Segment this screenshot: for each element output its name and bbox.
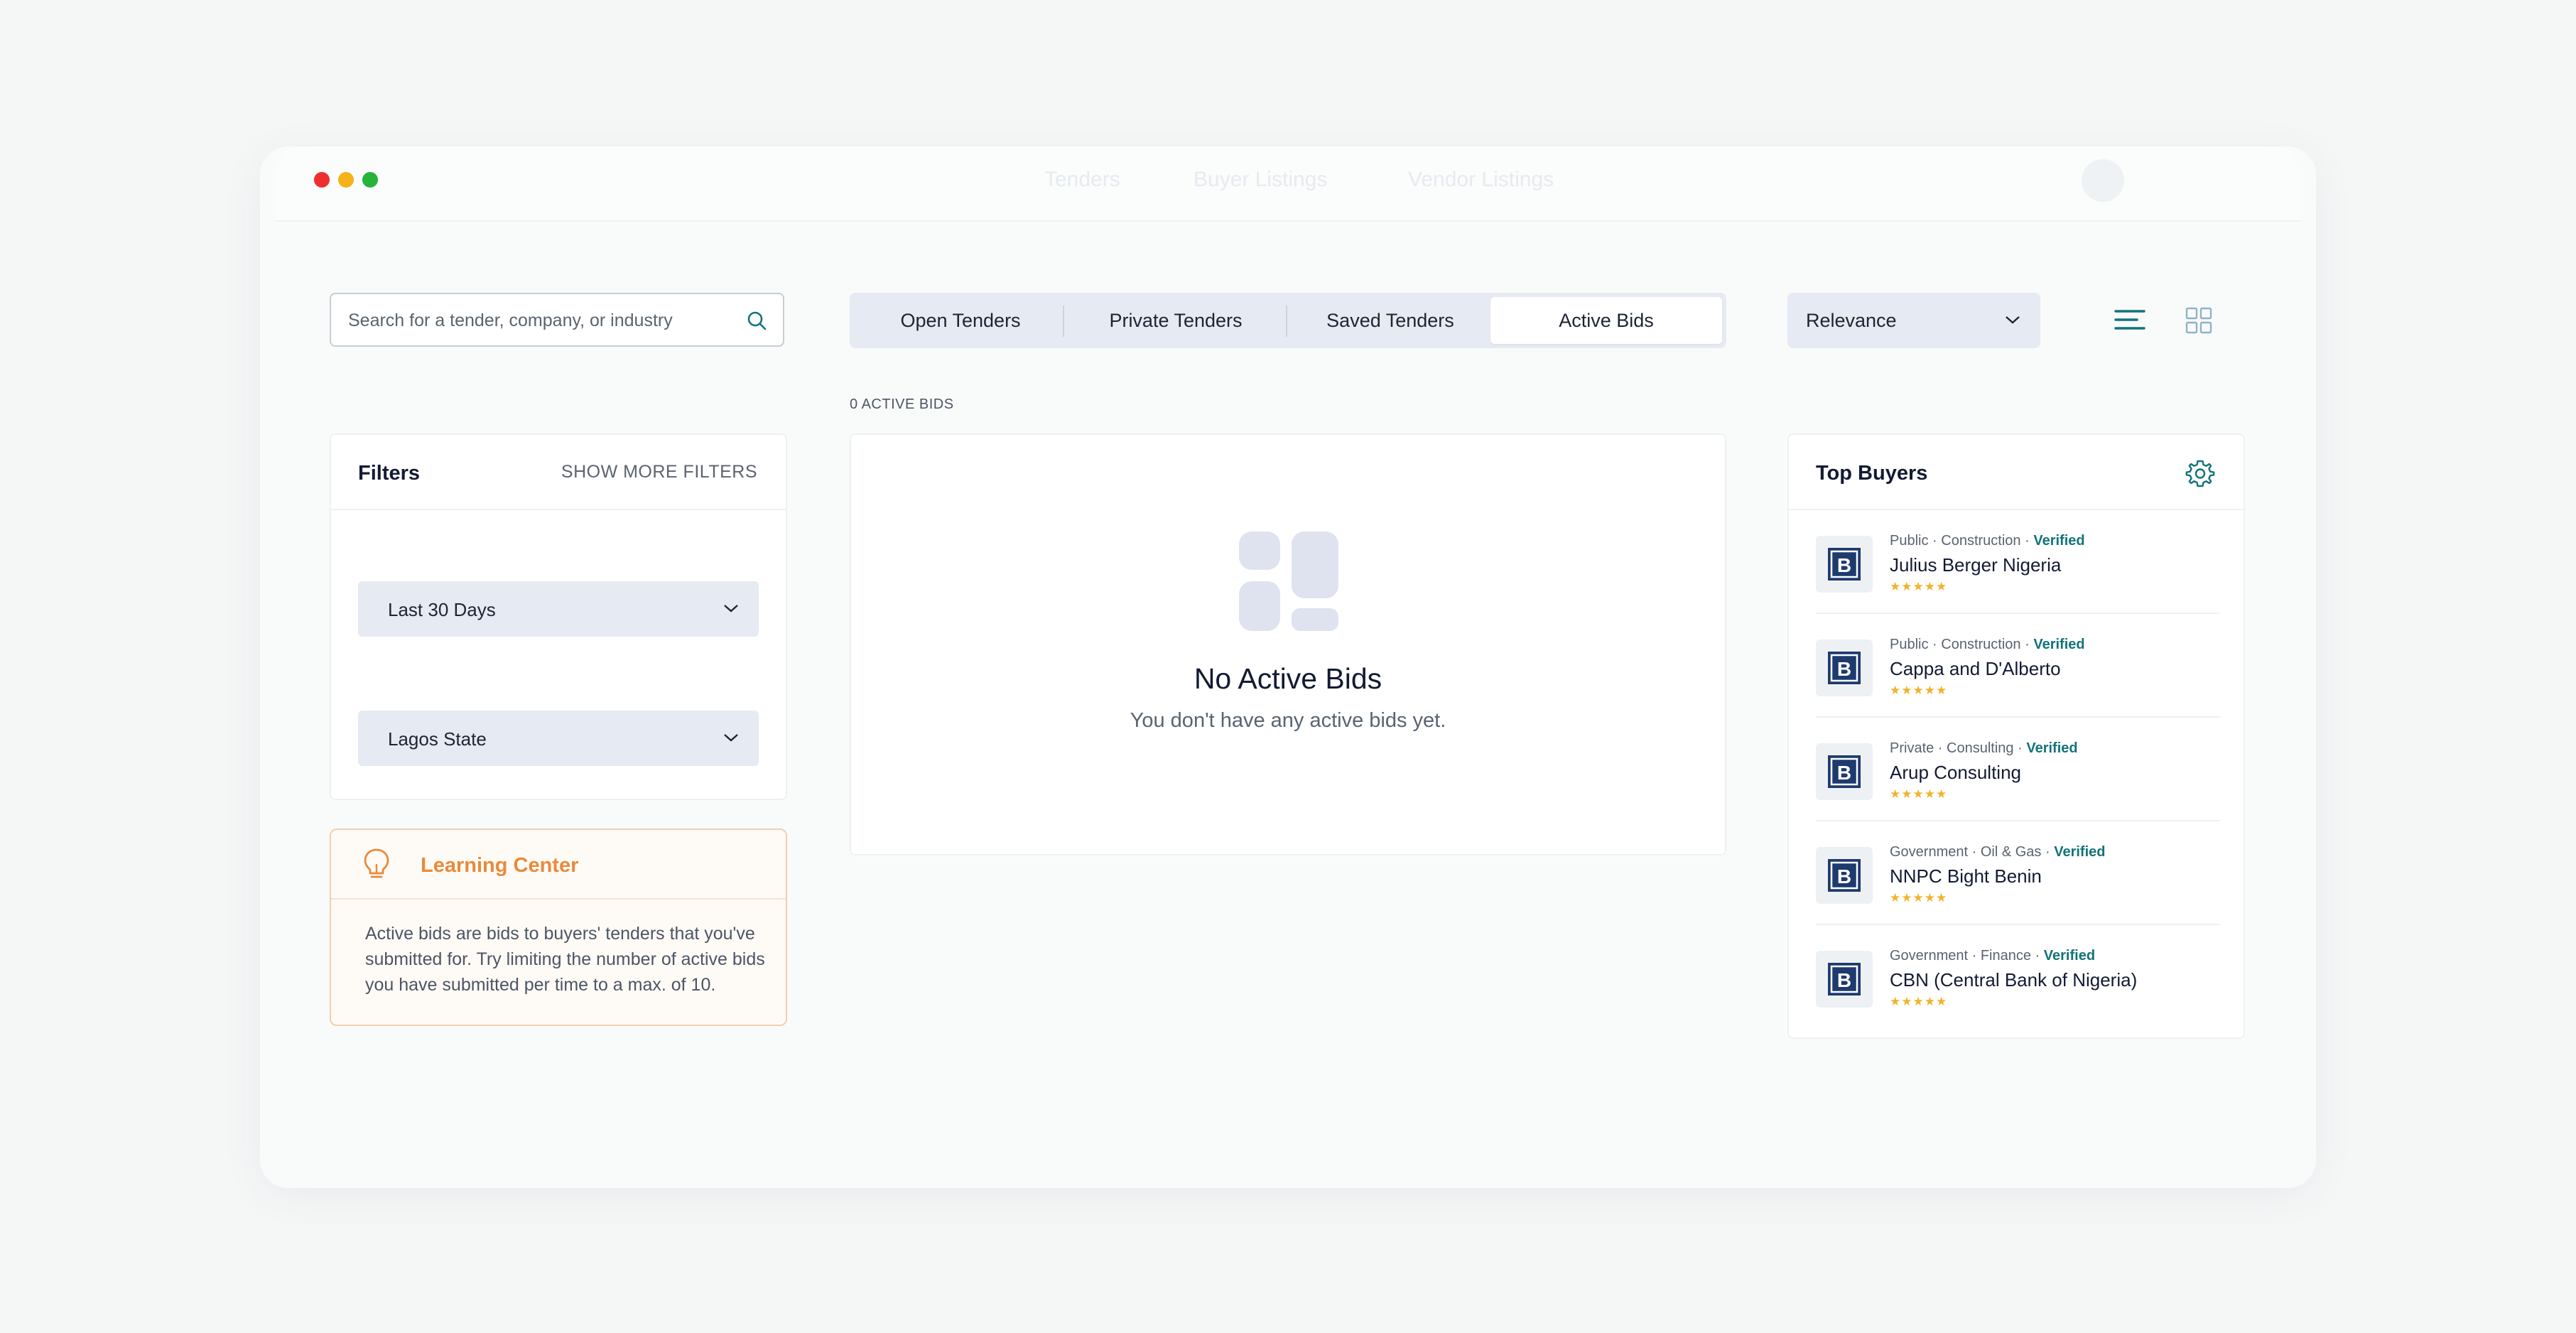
buyer-industry: Oil & Gas	[1980, 844, 2042, 860]
tab-active-bids[interactable]: Active Bids	[1490, 297, 1722, 344]
minimize-window-dot[interactable]	[338, 172, 354, 188]
top-buyers-title: Top Buyers	[1816, 462, 1928, 485]
buyer-meta: Public · Construction · Verified	[1890, 637, 2085, 652]
buyer-type: Private	[1890, 740, 1934, 756]
location-select[interactable]: Lagos State	[358, 711, 759, 766]
tab-open-tenders[interactable]: Open Tenders	[854, 297, 1067, 344]
buyer-logo: B	[1816, 847, 1873, 904]
empty-state-card: No Active Bids You don't have any active…	[850, 433, 1726, 856]
svg-text:B: B	[1837, 554, 1851, 576]
sort-selected-value: Relevance	[1806, 310, 1897, 331]
chevron-down-icon	[724, 734, 738, 742]
buyer-type: Government	[1890, 844, 1969, 860]
buyer-rating: ★★★★★	[1890, 580, 1948, 593]
search-icon[interactable]	[746, 310, 769, 333]
window-controls	[314, 172, 378, 188]
buyer-industry: Finance	[1980, 948, 2031, 964]
buyer-logo: B	[1816, 743, 1873, 800]
empty-state-illustration	[1239, 531, 1338, 631]
svg-text:B: B	[1837, 865, 1851, 887]
buyer-item[interactable]: B Government · Finance · Verified CBN (C…	[1816, 924, 2219, 1027]
sort-select[interactable]: Relevance	[1787, 293, 2040, 348]
filters-title: Filters	[358, 462, 421, 485]
buyer-item[interactable]: B Government · Oil & Gas · Verified NNPC…	[1816, 820, 2219, 925]
learning-center-text: Active bids are bids to buyers' tenders …	[365, 924, 765, 995]
chevron-down-icon	[724, 605, 738, 612]
top-buyers-panel: Top Buyers B Public · Construction · Ver…	[1787, 433, 2245, 1039]
buyer-logo: B	[1816, 639, 1873, 696]
verified-badge: Verified	[2054, 844, 2106, 860]
learning-center-title: Learning Center	[421, 854, 579, 877]
date-range-select[interactable]: Last 30 Days	[358, 581, 759, 637]
buyer-logo-b-icon: B	[1828, 963, 1861, 995]
buyer-industry: Construction	[1941, 637, 2021, 652]
buyer-meta: Private · Consulting · Verified	[1890, 740, 2078, 756]
buyer-meta: Public · Construction · Verified	[1890, 533, 2085, 549]
buyer-name: Cappa and D'Alberto	[1890, 658, 2061, 679]
buyer-industry: Construction	[1941, 533, 2021, 549]
buyer-logo: B	[1816, 951, 1873, 1008]
buyer-logo-b-icon: B	[1828, 755, 1861, 788]
buyer-name: CBN (Central Bank of Nigeria)	[1890, 969, 2138, 991]
svg-text:B: B	[1837, 969, 1851, 991]
buyer-type: Government	[1890, 948, 1969, 964]
buyer-type: Public	[1890, 637, 1929, 652]
verified-badge: Verified	[2043, 948, 2096, 964]
top-buyers-header: Top Buyers	[1789, 435, 2244, 510]
search-input[interactable]	[347, 307, 733, 334]
location-value: Lagos State	[388, 728, 487, 750]
empty-state-subtitle: You don't have any active bids yet.	[1130, 709, 1446, 732]
buyer-rating: ★★★★★	[1890, 891, 1948, 905]
buyer-name: Julius Berger Nigeria	[1890, 554, 2062, 576]
buyer-rating: ★★★★★	[1890, 995, 1948, 1008]
verified-badge: Verified	[2033, 637, 2085, 652]
tab-saved-tenders[interactable]: Saved Tenders	[1287, 297, 1493, 344]
buyer-logo-b-icon: B	[1828, 859, 1861, 892]
buyer-item[interactable]: B Public · Construction · Verified Cappa…	[1816, 612, 2219, 718]
show-more-filters-button[interactable]: SHOW MORE FILTERS	[561, 462, 757, 482]
filters-header: Filters SHOW MORE FILTERS	[331, 435, 786, 510]
svg-text:B: B	[1837, 762, 1851, 784]
grid-view-icon[interactable]	[2185, 307, 2214, 335]
tender-tabs: Open Tenders Private Tenders Saved Tende…	[850, 293, 1726, 348]
nav-buyer-listings-link[interactable]: Buyer Listings	[1194, 168, 1327, 192]
search-box	[330, 293, 784, 347]
gear-icon[interactable]	[2185, 459, 2215, 489]
learning-center-card: Learning Center Active bids are bids to …	[330, 829, 787, 1026]
learning-center-header: Learning Center	[331, 830, 786, 900]
nav-tenders-link[interactable]: Tenders	[1044, 168, 1120, 192]
filters-panel: Filters SHOW MORE FILTERS Last 30 Days L…	[330, 433, 787, 800]
buyer-logo: B	[1816, 536, 1873, 593]
buyer-meta: Government · Finance · Verified	[1890, 948, 2096, 964]
buyer-rating: ★★★★★	[1890, 787, 1948, 801]
verified-badge: Verified	[2033, 533, 2085, 549]
tab-private-tenders[interactable]: Private Tenders	[1064, 297, 1287, 344]
buyer-logo-b-icon: B	[1828, 652, 1861, 684]
lightbulb-icon	[364, 848, 389, 878]
buyer-type: Public	[1890, 533, 1929, 549]
buyer-item[interactable]: B Private · Consulting · Verified Arup C…	[1816, 716, 2219, 821]
active-bids-count: 0 ACTIVE BIDS	[850, 396, 954, 412]
buyer-rating: ★★★★★	[1890, 684, 1948, 697]
avatar[interactable]	[2082, 159, 2124, 202]
top-navigation-bar: Tenders Buyer Listings Vendor Listings	[276, 146, 2300, 222]
buyer-name: Arup Consulting	[1890, 762, 2021, 783]
list-view-icon[interactable]	[2114, 307, 2145, 335]
buyer-name: NNPC Bight Benin	[1890, 865, 2042, 887]
svg-text:B: B	[1837, 658, 1851, 680]
chevron-down-icon	[2006, 316, 2020, 324]
empty-state-title: No Active Bids	[1194, 662, 1382, 695]
buyer-item[interactable]: B Public · Construction · Verified Juliu…	[1816, 509, 2219, 614]
buyer-industry: Consulting	[1947, 740, 2014, 756]
date-range-value: Last 30 Days	[388, 599, 496, 620]
close-window-dot[interactable]	[314, 172, 330, 188]
buyer-logo-b-icon: B	[1828, 548, 1861, 581]
maximize-window-dot[interactable]	[362, 172, 378, 188]
nav-vendor-listings-link[interactable]: Vendor Listings	[1408, 168, 1554, 192]
verified-badge: Verified	[2026, 740, 2078, 756]
buyer-meta: Government · Oil & Gas · Verified	[1890, 844, 2106, 860]
